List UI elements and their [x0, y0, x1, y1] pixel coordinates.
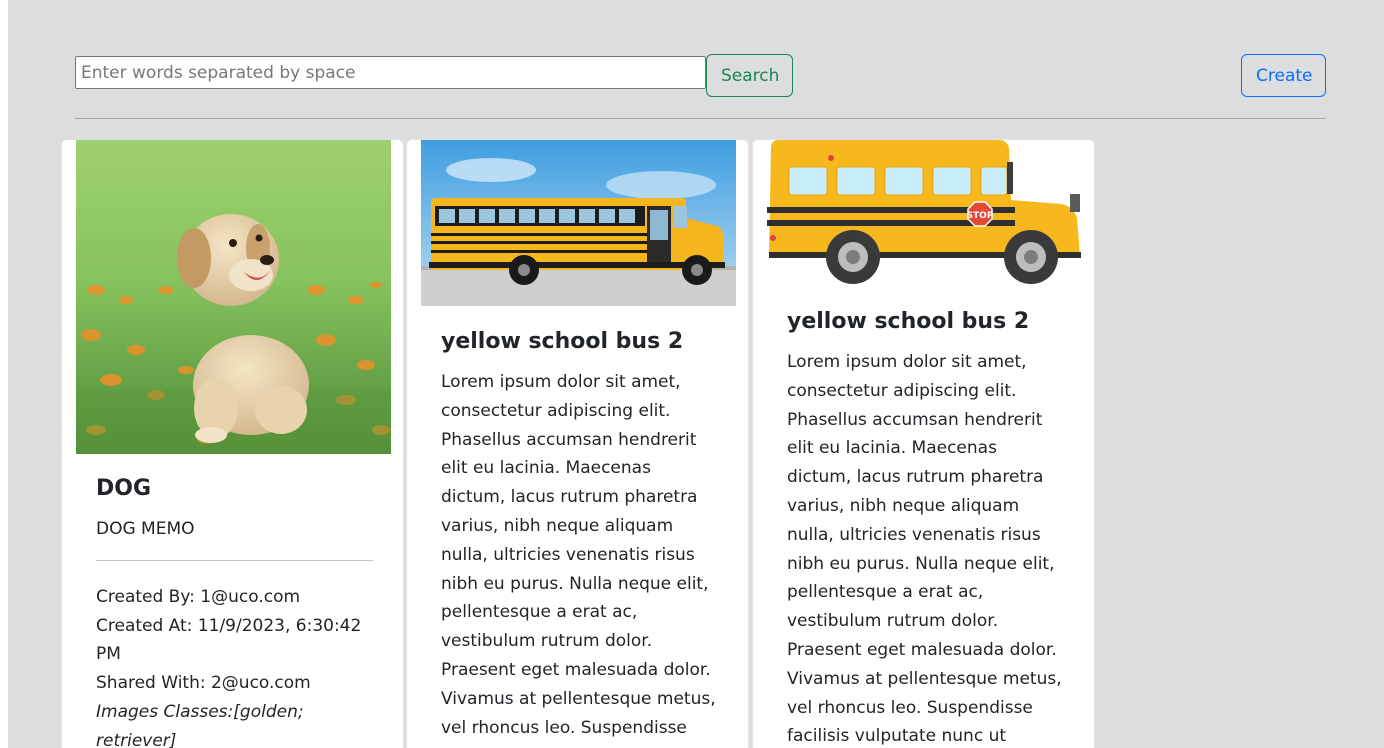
school-bus-illustration: STOP [767, 140, 1082, 288]
card-divider [96, 559, 373, 561]
memo-card-bus-illustration: STOP yellow school bus 2 Lorem ipsum dol… [752, 139, 1095, 748]
page-background: Search Create [8, 0, 1384, 748]
card-image-bus-photo [421, 140, 736, 306]
memo-card-bus-photo: yellow school bus 2 Lorem ipsum dolor si… [406, 139, 749, 748]
card-image-bus-illustration: STOP [767, 140, 1082, 288]
memo-card-dog: DOG DOG MEMO Created By: 1@uco.com Creat… [61, 139, 404, 748]
school-bus-photo [421, 140, 736, 306]
card-description: Lorem ipsum dolor sit amet, consectetur … [787, 352, 1062, 747]
search-input[interactable] [75, 56, 706, 89]
card-image-dog [76, 140, 391, 454]
card-body-dog: DOG DOG MEMO Created By: 1@uco.com Creat… [96, 475, 373, 748]
stop-sign-text: STOP [967, 211, 994, 221]
card-description: Lorem ipsum dolor sit amet, consectetur … [441, 372, 716, 748]
created-at: Created At: 11/9/2023, 6:30:42 PM [96, 615, 362, 665]
created-by: Created By: 1@uco.com [96, 586, 301, 607]
puppy-photo [76, 140, 391, 454]
card-title: yellow school bus 2 [441, 329, 684, 354]
card-body-bus-illustration: yellow school bus 2 Lorem ipsum dolor si… [787, 308, 1064, 748]
card-title: yellow school bus 2 [787, 309, 1030, 334]
header-divider [75, 118, 1326, 119]
create-button[interactable]: Create [1241, 54, 1326, 97]
card-memo: DOG MEMO [96, 519, 195, 539]
search-button[interactable]: Search [706, 54, 793, 97]
image-classes: Images Classes:[golden; retriever] [96, 701, 304, 748]
card-body-bus-photo: yellow school bus 2 Lorem ipsum dolor si… [441, 328, 718, 748]
shared-with: Shared With: 2@uco.com [96, 673, 311, 694]
card-title: DOG [96, 476, 152, 501]
